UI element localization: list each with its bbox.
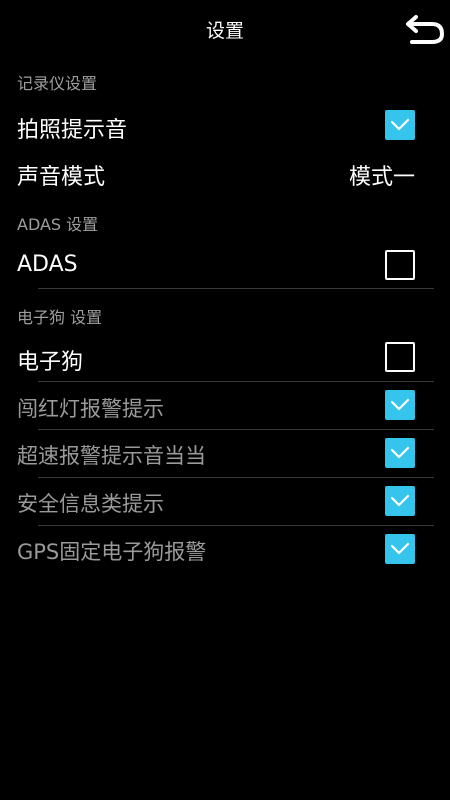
gps-fixed-checkbox[interactable] (385, 534, 415, 564)
safety-info-checkbox[interactable] (385, 486, 415, 516)
divider (38, 477, 434, 478)
check-icon (390, 542, 410, 555)
setting-label-red-light: 闯红灯报警提示 (17, 397, 164, 421)
red-light-checkbox[interactable] (385, 390, 415, 420)
setting-row-adas[interactable]: ADAS (0, 244, 450, 288)
edog-checkbox[interactable] (385, 342, 415, 372)
sound-mode-value[interactable]: 模式一 (349, 159, 415, 191)
setting-row-sound-mode[interactable]: 声音模式 模式一 (0, 150, 450, 194)
setting-row-safety-info[interactable]: 安全信息类提示 (0, 480, 450, 524)
setting-label-edog: 电子狗 (17, 350, 84, 375)
setting-label-adas: ADAS (17, 252, 78, 277)
setting-label-gps-fixed: GPS固定电子狗报警 (17, 540, 207, 564)
divider (38, 429, 434, 430)
check-icon (390, 118, 410, 131)
setting-row-gps-fixed[interactable]: GPS固定电子狗报警 (0, 528, 450, 572)
back-arrow-icon (402, 8, 446, 48)
title-bar: 设置 (0, 0, 450, 58)
setting-label-sound-mode: 声音模式 (17, 165, 106, 190)
setting-label-safety-info: 安全信息类提示 (17, 492, 164, 516)
shutter-sound-checkbox[interactable] (385, 110, 415, 140)
setting-label-shutter-sound: 拍照提示音 (17, 118, 128, 143)
overspeed-checkbox[interactable] (385, 438, 415, 468)
page-title: 设置 (205, 20, 244, 42)
divider (38, 525, 434, 526)
setting-row-edog[interactable]: 电子狗 (0, 336, 450, 380)
check-icon (390, 494, 410, 507)
section-header-recorder: 记录仪设置 (17, 74, 98, 93)
setting-row-overspeed[interactable]: 超速报警提示音当当 (0, 432, 450, 476)
setting-row-red-light[interactable]: 闯红灯报警提示 (0, 384, 450, 428)
adas-checkbox[interactable] (385, 250, 415, 280)
section-header-adas: ADAS 设置 (17, 215, 99, 234)
check-icon (390, 446, 410, 459)
back-button[interactable] (402, 8, 446, 48)
check-icon (390, 398, 410, 411)
divider (38, 288, 434, 289)
divider (38, 381, 434, 382)
section-header-edog: 电子狗 设置 (17, 308, 103, 327)
setting-row-shutter-sound[interactable]: 拍照提示音 (0, 104, 450, 148)
setting-label-overspeed: 超速报警提示音当当 (17, 444, 206, 468)
